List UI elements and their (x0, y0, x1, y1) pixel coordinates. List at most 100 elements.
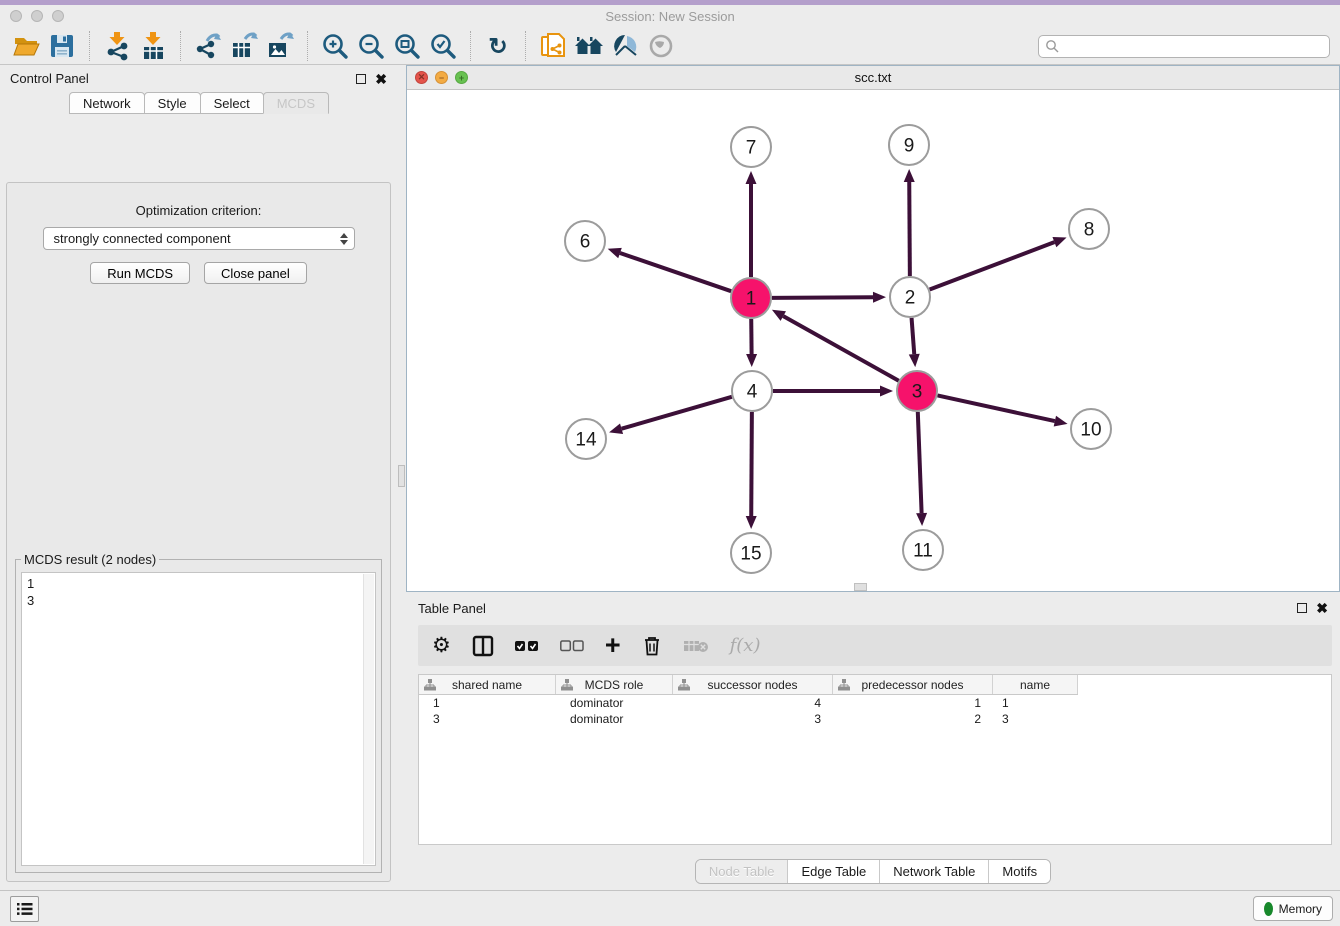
mcds-result-text[interactable]: 1 3 (21, 572, 376, 866)
edge-1-7[interactable] (746, 171, 757, 277)
graph-node-4[interactable]: 4 (732, 371, 772, 411)
column-header-predecessor-nodes[interactable]: predecessor nodes (833, 675, 993, 694)
close-table-panel-icon[interactable]: ✖ (1316, 603, 1328, 613)
criterion-dropdown[interactable]: strongly connected component (43, 227, 355, 250)
minimize-window-button[interactable] (31, 10, 43, 22)
splitter-handle[interactable] (854, 583, 867, 591)
graph-node-15[interactable]: 15 (731, 533, 771, 573)
close-network-icon[interactable]: ✕ (415, 71, 428, 84)
cell-name[interactable]: 1 (993, 696, 1078, 710)
add-row-icon[interactable]: + (605, 632, 621, 660)
cell-mcds-role[interactable]: dominator (556, 712, 673, 726)
edge-2-3[interactable] (909, 318, 920, 367)
minimize-network-icon[interactable]: − (435, 71, 448, 84)
memory-label: Memory (1279, 902, 1322, 916)
float-panel-icon[interactable] (356, 74, 366, 84)
column-header-shared-name[interactable]: shared name (419, 675, 556, 694)
close-window-button[interactable] (10, 10, 22, 22)
window-titlebar: Session: New Session (0, 5, 1340, 28)
graph-node-8[interactable]: 8 (1069, 209, 1109, 249)
search-icon (1045, 39, 1059, 53)
float-table-panel-icon[interactable] (1297, 603, 1307, 613)
close-panel-button[interactable]: Close panel (204, 262, 307, 284)
cell-successor-nodes[interactable]: 3 (673, 712, 833, 726)
edge-3-10[interactable] (938, 395, 1068, 426)
splitter-handle[interactable] (398, 465, 405, 487)
zoom-out-icon[interactable] (355, 30, 387, 62)
refresh-icon[interactable]: ↻ (482, 30, 514, 62)
graph-node-2[interactable]: 2 (890, 277, 930, 317)
edge-3-11[interactable] (916, 412, 927, 526)
edge-4-14[interactable] (609, 397, 732, 434)
eye-disabled-icon[interactable] (645, 30, 677, 62)
tab-mcds[interactable]: MCDS (263, 92, 329, 114)
graph-node-10[interactable]: 10 (1071, 409, 1111, 449)
column-header-name[interactable]: name (993, 675, 1078, 694)
graph-node-14[interactable]: 14 (566, 419, 606, 459)
open-session-icon[interactable] (10, 30, 42, 62)
edge-4-15[interactable] (746, 412, 757, 529)
edge-1-2[interactable] (772, 292, 886, 303)
gear-icon[interactable]: ⚙ (432, 632, 451, 660)
result-scrollbar[interactable] (363, 574, 374, 864)
deselect-all-icon[interactable] (560, 632, 584, 660)
vertical-splitter[interactable] (397, 65, 406, 890)
tab-style[interactable]: Style (144, 92, 201, 114)
tab-network-table[interactable]: Network Table (879, 860, 988, 883)
graph-node-7[interactable]: 7 (731, 127, 771, 167)
open-session-file-icon[interactable] (537, 30, 569, 62)
graph-node-3[interactable]: 3 (897, 371, 937, 411)
tab-edge-table[interactable]: Edge Table (787, 860, 879, 883)
home-icon[interactable] (573, 30, 605, 62)
edge-1-6[interactable] (608, 248, 731, 291)
zoom-fit-icon[interactable] (391, 30, 423, 62)
edge-2-8[interactable] (930, 237, 1067, 290)
graph-node-1[interactable]: 1 (731, 278, 771, 318)
graph-node-9[interactable]: 9 (889, 125, 929, 165)
column-header-successor-nodes[interactable]: successor nodes (673, 675, 833, 694)
memory-button[interactable]: Memory (1253, 896, 1333, 921)
cell-mcds-role[interactable]: dominator (556, 696, 673, 710)
tab-select[interactable]: Select (200, 92, 264, 114)
table-row[interactable]: 3dominator323 (419, 711, 1331, 727)
columns-icon[interactable] (472, 632, 494, 660)
tab-motifs[interactable]: Motifs (988, 860, 1050, 883)
task-history-button[interactable] (10, 896, 39, 922)
import-network-icon[interactable] (101, 30, 133, 62)
node-table[interactable]: shared nameMCDS rolesuccessor nodesprede… (418, 674, 1332, 845)
column-header-mcds-role[interactable]: MCDS role (556, 675, 673, 694)
criterion-dropdown-value: strongly connected component (54, 231, 231, 246)
graph-node-11[interactable]: 11 (903, 530, 943, 570)
cell-name[interactable]: 3 (993, 712, 1078, 726)
export-network-icon[interactable] (192, 30, 224, 62)
cell-predecessor-nodes[interactable]: 1 (833, 696, 993, 710)
export-table-icon[interactable] (228, 30, 260, 62)
cell-predecessor-nodes[interactable]: 2 (833, 712, 993, 726)
edge-3-1[interactable] (772, 310, 899, 381)
edge-4-3[interactable] (773, 386, 893, 397)
zoom-in-icon[interactable] (319, 30, 351, 62)
cell-successor-nodes[interactable]: 4 (673, 696, 833, 710)
graph-node-6[interactable]: 6 (565, 221, 605, 261)
maximize-network-icon[interactable]: + (455, 71, 468, 84)
select-all-icon[interactable] (515, 632, 539, 660)
show-hide-panel-icon[interactable] (609, 30, 641, 62)
zoom-window-button[interactable] (52, 10, 64, 22)
table-row[interactable]: 1dominator411 (419, 695, 1331, 711)
tab-network[interactable]: Network (69, 92, 145, 114)
edge-1-4[interactable] (746, 319, 757, 367)
search-input[interactable] (1063, 39, 1323, 53)
export-image-icon[interactable] (264, 30, 296, 62)
window-controls[interactable] (10, 10, 64, 22)
save-session-icon[interactable] (46, 30, 78, 62)
delete-row-icon[interactable] (642, 632, 662, 660)
tab-node-table[interactable]: Node Table (696, 860, 788, 883)
cell-shared-name[interactable]: 3 (419, 712, 556, 726)
edge-2-9[interactable] (904, 169, 915, 276)
import-table-icon[interactable] (137, 30, 169, 62)
cell-shared-name[interactable]: 1 (419, 696, 556, 710)
close-panel-icon[interactable]: ✖ (375, 74, 387, 84)
network-canvas[interactable]: 7 9 6 8 1 2 4 3 14 10 15 11 (407, 90, 1339, 591)
zoom-selected-icon[interactable] (427, 30, 459, 62)
run-mcds-button[interactable]: Run MCDS (90, 262, 190, 284)
